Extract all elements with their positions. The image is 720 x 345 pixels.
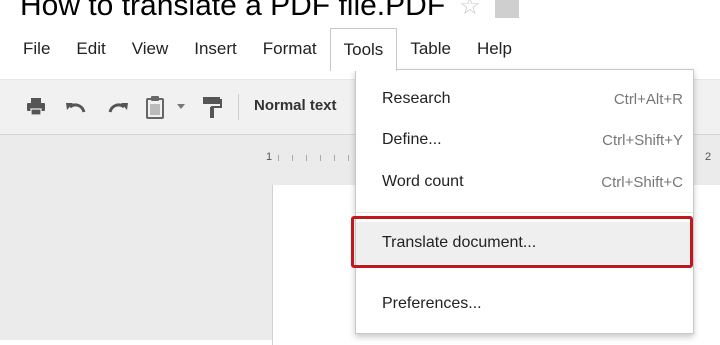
toolbar-divider: [238, 94, 239, 120]
menu-item-word-count[interactable]: Word count Ctrl+Shift+C: [356, 167, 693, 197]
folder-icon[interactable]: [494, 0, 519, 18]
menu-edit[interactable]: Edit: [63, 28, 118, 70]
undo-icon[interactable]: [64, 94, 88, 120]
menu-item-label: Preferences...: [382, 295, 482, 312]
menu-item-shortcut: Ctrl+Alt+R: [613, 90, 683, 108]
menu-item-label: Word count: [382, 173, 464, 190]
ruler-mark-2: 2: [705, 151, 712, 163]
menu-divider: [356, 212, 693, 213]
paragraph-style-select[interactable]: Normal text: [254, 97, 337, 114]
menu-help[interactable]: Help: [464, 28, 525, 70]
translate-highlight-box: [351, 216, 693, 268]
menu-item-research[interactable]: Research Ctrl+Alt+R: [356, 84, 693, 114]
menu-bar: File Edit View Insert Format Tools Table…: [0, 27, 720, 71]
redo-icon[interactable]: [106, 94, 130, 120]
menu-insert[interactable]: Insert: [181, 28, 250, 70]
tools-menu-dropdown: Research Ctrl+Alt+R Define... Ctrl+Shift…: [355, 69, 694, 334]
menu-format[interactable]: Format: [250, 28, 330, 70]
star-icon[interactable]: ☆: [459, 0, 481, 21]
paint-format-icon[interactable]: [200, 94, 224, 120]
menu-tools[interactable]: Tools: [329, 27, 398, 71]
print-icon[interactable]: [24, 94, 48, 120]
menu-item-preferences[interactable]: Preferences...: [356, 289, 693, 319]
document-title-bar: How to translate a PDF file.PDF ☆: [20, 0, 519, 26]
menu-file[interactable]: File: [0, 28, 63, 70]
menu-item-label: Research: [382, 90, 451, 107]
menu-view[interactable]: View: [119, 28, 182, 70]
ruler-mark-1: 1: [266, 151, 273, 163]
menu-item-shortcut: Ctrl+Shift+C: [601, 173, 683, 191]
menu-item-label: Define...: [382, 131, 442, 148]
document-title[interactable]: How to translate a PDF file.PDF: [20, 0, 445, 23]
menu-item-shortcut: Ctrl+Shift+Y: [602, 131, 683, 149]
caret-down-icon[interactable]: [174, 94, 188, 120]
menu-item-define[interactable]: Define... Ctrl+Shift+Y: [356, 125, 693, 155]
paste-icon[interactable]: [144, 94, 166, 120]
menu-table[interactable]: Table: [397, 28, 464, 70]
